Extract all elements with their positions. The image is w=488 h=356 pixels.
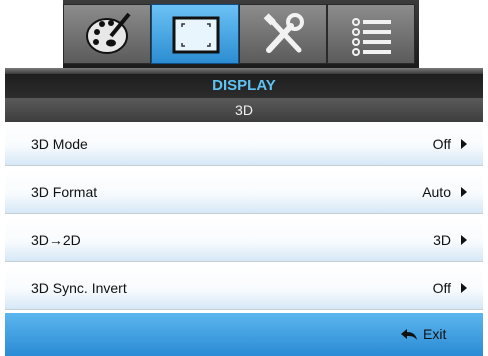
osd-menu: DISPLAY 3D 3D Mode Off 3D Format Auto 3D… bbox=[5, 0, 483, 356]
submenu-title: 3D bbox=[5, 98, 483, 122]
return-arrow-icon bbox=[401, 329, 417, 340]
menu-item-value: Auto bbox=[422, 184, 451, 200]
menu-item-value: 3D bbox=[433, 232, 451, 248]
menu-item-label: 3D→2D bbox=[31, 232, 81, 248]
palette-icon bbox=[86, 12, 131, 54]
tab-strip bbox=[63, 0, 419, 68]
tools-icon bbox=[263, 13, 304, 53]
menu-item-3d-mode[interactable]: 3D Mode Off bbox=[5, 122, 483, 166]
display-frame-icon bbox=[172, 16, 220, 54]
tab-bar bbox=[5, 0, 483, 74]
chevron-right-icon bbox=[461, 187, 467, 197]
menu-item-value: Off bbox=[432, 280, 451, 296]
menu-item-label: 3D Format bbox=[31, 184, 98, 200]
list-icon bbox=[352, 18, 391, 56]
menu-item-3d-to-2d[interactable]: 3D→2D 3D bbox=[5, 218, 483, 262]
menu-item-3d-format[interactable]: 3D Format Auto bbox=[5, 170, 483, 214]
tab-display[interactable] bbox=[151, 4, 239, 64]
tab-image[interactable] bbox=[63, 4, 151, 64]
chevron-right-icon bbox=[461, 139, 467, 149]
menu-item-3d-sync-invert[interactable]: 3D Sync. Invert Off bbox=[5, 266, 483, 310]
menu-title: DISPLAY bbox=[5, 74, 483, 98]
chevron-right-icon bbox=[461, 235, 467, 245]
menu-item-label: 3D Mode bbox=[31, 136, 88, 152]
exit-button[interactable]: Exit bbox=[423, 313, 446, 356]
tab-options[interactable] bbox=[327, 4, 415, 64]
menu-item-label: 3D Sync. Invert bbox=[31, 280, 127, 296]
chevron-right-icon bbox=[461, 283, 467, 293]
tab-setup[interactable] bbox=[239, 4, 327, 64]
menu-item-value: Off bbox=[432, 136, 451, 152]
footer-bar: Exit bbox=[5, 313, 483, 356]
